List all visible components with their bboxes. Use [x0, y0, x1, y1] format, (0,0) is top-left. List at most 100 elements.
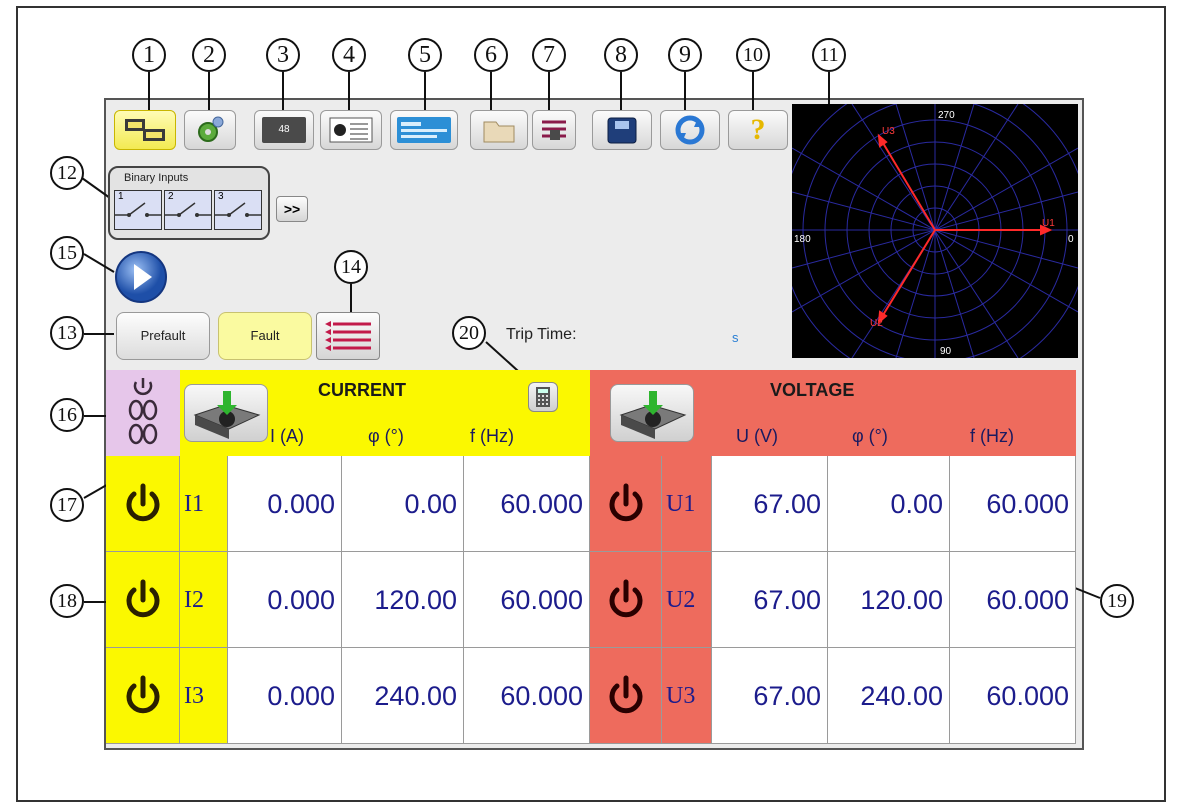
current-frequency-field[interactable]: 60.000 [464, 552, 590, 648]
voltage-frequency-field[interactable]: 60.000 [950, 648, 1076, 744]
current-phase-field[interactable]: 120.00 [342, 552, 464, 648]
voltage-channel-label: U3 [662, 648, 712, 744]
polar-plot: 270 180 0 90 U1 U3 U2 [780, 75, 1090, 385]
voltage-amplitude-field[interactable]: 67.00 [712, 456, 828, 552]
power-icon [126, 579, 159, 617]
voltage-phase-field[interactable]: 240.00 [828, 648, 950, 744]
voltage-channel-label: U1 [662, 456, 712, 552]
current-download-button[interactable] [184, 384, 268, 442]
current-channel-label: I1 [180, 456, 228, 552]
binary-input-3[interactable]: 3 [214, 190, 262, 230]
current-phase-field[interactable]: 240.00 [342, 648, 464, 744]
voltage-title: VOLTAGE [770, 380, 855, 400]
voltage-enable-3[interactable] [590, 648, 662, 744]
download-device-icon [193, 391, 261, 439]
voltage-enable-2[interactable] [590, 552, 662, 648]
power-icon [126, 675, 159, 713]
link-channels-header[interactable] [106, 370, 181, 457]
current-enable-2[interactable] [106, 552, 180, 648]
voltage-channel-label: U2 [662, 552, 712, 648]
refresh-icon [675, 115, 705, 145]
sequence-button[interactable] [532, 110, 576, 150]
trip-time-unit: s [732, 330, 739, 345]
help-button[interactable]: ? [728, 110, 788, 150]
help-icon: ? [750, 113, 766, 146]
current-amplitude-field[interactable]: 0.000 [228, 552, 342, 648]
voltage-download-button[interactable] [610, 384, 694, 442]
calculator-icon [536, 387, 550, 407]
more-binary-inputs-button[interactable]: >> [276, 196, 308, 222]
save-button[interactable] [592, 110, 652, 150]
power-icon [609, 579, 642, 617]
voltage-amplitude-field[interactable]: 67.00 [712, 552, 828, 648]
trip-time-label: Trip Time: [506, 326, 577, 343]
binary-inputs-panel[interactable]: Binary Inputs 1 2 3 [108, 166, 270, 240]
play-button[interactable] [114, 250, 168, 304]
test-card-button[interactable] [390, 110, 458, 150]
settings-button[interactable] [184, 110, 236, 150]
binary-input-1[interactable]: 1 [114, 190, 162, 230]
current-enable-1[interactable] [106, 456, 180, 552]
power-icon [609, 675, 642, 713]
test-report-button[interactable] [320, 110, 382, 150]
refresh-button[interactable] [660, 110, 720, 150]
vector-label-u1: U1 [1042, 218, 1055, 229]
voltage-col-phase: φ (°) [852, 426, 888, 446]
battery-voltage-label: 48 [278, 124, 290, 135]
sequence-list-icon [325, 321, 371, 351]
current-amplitude-field[interactable]: 0.000 [228, 456, 342, 552]
test-report-icon [329, 117, 373, 143]
current-col-frequency: f (Hz) [470, 426, 514, 446]
binary-inputs-title: Binary Inputs [124, 172, 189, 184]
current-col-phase: φ (°) [368, 426, 404, 446]
binary-input-number: 2 [168, 191, 174, 202]
voltage-phase-field[interactable]: 0.00 [828, 456, 950, 552]
vector-diagram: 270 180 0 90 U1 U3 U2 [780, 75, 1090, 385]
current-phase-field[interactable]: 0.00 [342, 456, 464, 552]
sequence-list-icon [542, 120, 566, 140]
folder-icon [483, 121, 515, 143]
binary-input-2[interactable]: 2 [164, 190, 212, 230]
table-row: I2 0.000 120.00 60.000 U2 67.00 120.00 6… [106, 552, 1076, 648]
voltage-phase-field[interactable]: 120.00 [828, 552, 950, 648]
save-disk-icon [607, 117, 637, 144]
calculator-button[interactable] [528, 382, 558, 412]
table-row: I3 0.000 240.00 60.000 U3 67.00 240.00 6… [106, 648, 1076, 744]
polar-label-180: 180 [794, 234, 811, 245]
test-card-icon [397, 117, 451, 143]
voltage-col-frequency: f (Hz) [970, 426, 1014, 446]
current-frequency-field[interactable]: 60.000 [464, 648, 590, 744]
open-folder-button[interactable] [470, 110, 528, 150]
polar-label-270: 270 [938, 110, 955, 121]
current-col-amplitude: I (A) [270, 426, 304, 446]
link-chain-icon [128, 378, 158, 445]
voltage-amplitude-field[interactable]: 67.00 [712, 648, 828, 744]
polar-label-0: 0 [1068, 234, 1074, 245]
voltage-enable-1[interactable] [590, 456, 662, 552]
battery-icon: 48 [262, 117, 306, 143]
polar-label-90: 90 [940, 346, 952, 357]
prefault-button[interactable]: Prefault [116, 312, 210, 360]
current-channel-label: I3 [180, 648, 228, 744]
vector-label-u2: U2 [870, 318, 883, 329]
download-device-icon [619, 391, 687, 439]
binary-input-number: 3 [218, 191, 224, 202]
voltage-frequency-field[interactable]: 60.000 [950, 552, 1076, 648]
current-title: CURRENT [318, 380, 406, 400]
network-config-icon [125, 119, 165, 141]
current-enable-3[interactable] [106, 648, 180, 744]
vector-label-u3: U3 [882, 126, 895, 137]
fault-button[interactable]: Fault [218, 312, 312, 360]
state-sequence-button[interactable] [316, 312, 380, 360]
current-frequency-field[interactable]: 60.000 [464, 456, 590, 552]
current-channel-label: I2 [180, 552, 228, 648]
current-amplitude-field[interactable]: 0.000 [228, 648, 342, 744]
battery-button[interactable]: 48 [254, 110, 314, 150]
power-icon [126, 483, 159, 521]
power-icon [609, 483, 642, 521]
voltage-col-amplitude: U (V) [736, 426, 778, 446]
network-config-button[interactable] [114, 110, 176, 150]
voltage-frequency-field[interactable]: 60.000 [950, 456, 1076, 552]
table-row: I1 0.000 0.00 60.000 U1 67.00 0.00 60.00… [106, 456, 1076, 552]
settings-gear-icon [198, 116, 224, 142]
